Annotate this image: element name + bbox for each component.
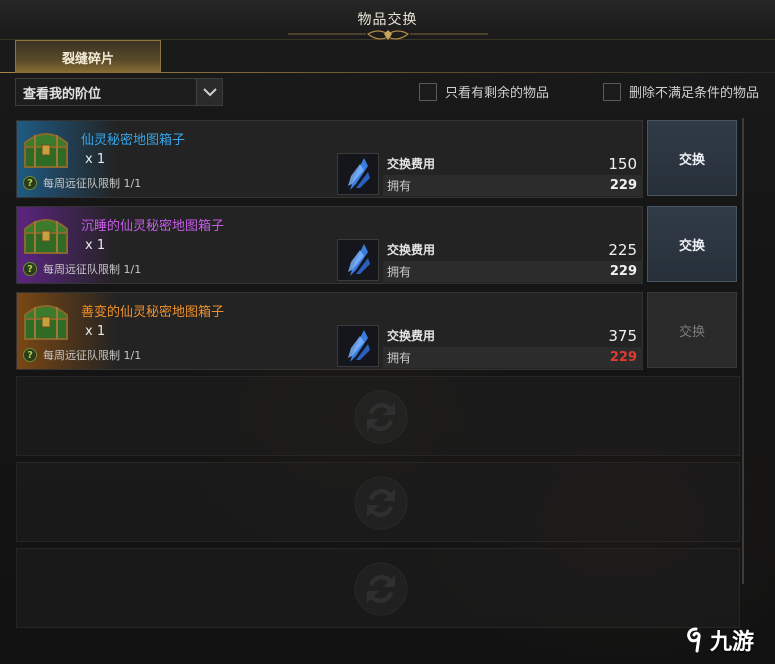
rift-crystal-icon <box>348 330 370 362</box>
empty-slot <box>16 548 740 628</box>
owned-label: 拥有 <box>387 265 412 279</box>
rank-select-label: 查看我的阶位 <box>23 86 102 102</box>
cost-line: 交换费用 225 <box>383 239 643 260</box>
remove-unmet-label: 删除不满足条件的物品 <box>629 86 760 101</box>
exchange-item-row: 仙灵秘密地图箱子 x 1 ? 每周远征队限制 1/1 交换费用 150 拥有 2… <box>16 120 643 198</box>
treasure-chest-icon <box>24 305 68 340</box>
exchange-item-row: 善变的仙灵秘密地图箱子 x 1 ? 每周远征队限制 1/1 交换费用 375 拥… <box>16 292 643 370</box>
weekly-limit-text: 每周远征队限制 1/1 <box>43 177 142 190</box>
exchange-button[interactable]: 交换 <box>647 120 737 196</box>
cost-label: 交换费用 <box>387 157 436 171</box>
weekly-limit: ? 每周远征队限制 1/1 <box>23 261 141 277</box>
rift-crystal-icon <box>348 244 370 276</box>
item-quantity: x 1 <box>85 152 106 167</box>
title-bar: 物品交换 <box>0 0 775 40</box>
cost-value: 375 <box>608 326 637 345</box>
scrollbar[interactable] <box>742 118 744 584</box>
help-icon[interactable]: ? <box>23 176 37 190</box>
only-remaining-label: 只看有剩余的物品 <box>445 86 550 101</box>
owned-line: 拥有 229 <box>383 347 643 368</box>
exchange-button: 交换 <box>647 292 737 368</box>
exchange-arrows-icon <box>354 390 408 444</box>
owned-value: 229 <box>609 264 637 279</box>
currency-slot <box>337 325 379 367</box>
owned-value: 229 <box>609 350 637 365</box>
help-icon[interactable]: ? <box>23 348 37 362</box>
item-name: 仙灵秘密地图箱子 <box>81 133 186 148</box>
exchange-button[interactable]: 交换 <box>647 206 737 282</box>
owned-label: 拥有 <box>387 179 412 193</box>
owned-value: 229 <box>609 178 637 193</box>
empty-slot <box>16 462 740 542</box>
window-title: 物品交换 <box>357 12 418 28</box>
item-quantity: x 1 <box>85 324 106 339</box>
weekly-limit: ? 每周远征队限制 1/1 <box>23 347 141 363</box>
watermark-text: 九游 <box>710 630 755 655</box>
treasure-chest-icon <box>24 133 68 168</box>
currency-slot <box>337 239 379 281</box>
cost-panel: 交换费用 225 拥有 229 <box>383 239 643 283</box>
exchange-arrows-icon <box>354 476 408 530</box>
cost-panel: 交换费用 375 拥有 229 <box>383 325 643 369</box>
cost-panel: 交换费用 150 拥有 229 <box>383 153 643 197</box>
watermark-logo: 九游 <box>684 624 754 656</box>
weekly-limit-text: 每周远征队限制 1/1 <box>43 349 142 362</box>
help-icon[interactable]: ? <box>23 262 37 276</box>
cost-value: 150 <box>608 154 637 173</box>
checkbox-box[interactable] <box>603 82 621 101</box>
item-name: 善变的仙灵秘密地图箱子 <box>81 305 225 320</box>
item-name: 沉睡的仙灵秘密地图箱子 <box>81 219 225 234</box>
exchange-item-row: 沉睡的仙灵秘密地图箱子 x 1 ? 每周远征队限制 1/1 交换费用 225 拥… <box>16 206 643 284</box>
only-remaining-checkbox[interactable]: 只看有剩余的物品 <box>419 82 549 101</box>
rank-select-dropdown[interactable]: 查看我的阶位 <box>15 78 223 106</box>
empty-slot <box>16 376 740 456</box>
tab-label: 裂缝碎片 <box>61 51 114 67</box>
exchange-arrows-icon <box>354 562 408 616</box>
currency-slot <box>337 153 379 195</box>
weekly-limit: ? 每周远征队限制 1/1 <box>23 175 141 191</box>
rift-crystal-icon <box>348 158 370 190</box>
weekly-limit-text: 每周远征队限制 1/1 <box>43 263 142 276</box>
item-quantity: x 1 <box>85 238 106 253</box>
owned-line: 拥有 229 <box>383 261 643 282</box>
chevron-down-icon[interactable] <box>196 79 222 105</box>
owned-label: 拥有 <box>387 351 412 365</box>
cost-value: 225 <box>608 240 637 259</box>
cost-label: 交换费用 <box>387 329 436 343</box>
cost-label: 交换费用 <box>387 243 436 257</box>
tab-rift-fragments[interactable]: 裂缝碎片 <box>15 40 161 73</box>
checkbox-box[interactable] <box>419 82 437 101</box>
owned-line: 拥有 229 <box>383 175 643 196</box>
title-ornament-icon <box>288 30 488 40</box>
cost-line: 交换费用 375 <box>383 325 643 346</box>
treasure-chest-icon <box>24 219 68 254</box>
remove-unmet-checkbox[interactable]: 删除不满足条件的物品 <box>603 82 759 101</box>
cost-line: 交换费用 150 <box>383 153 643 174</box>
nine-game-logo-icon <box>687 627 701 653</box>
